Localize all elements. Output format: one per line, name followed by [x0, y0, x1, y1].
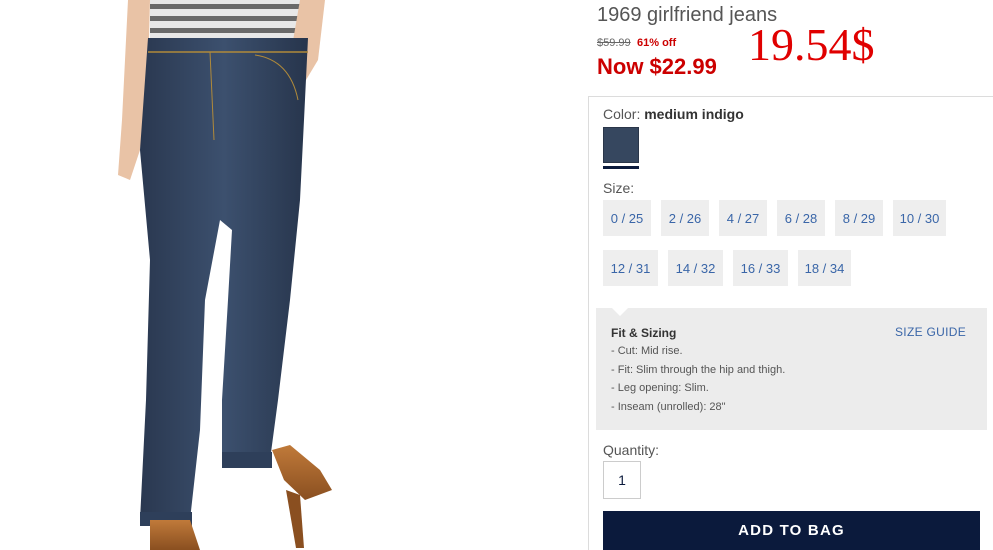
product-image [118, 0, 332, 550]
size-option-16-33[interactable]: 16 / 33 [733, 250, 788, 286]
shoe-left [272, 445, 332, 500]
fit-detail-leg-opening: - Leg opening: Slim. [611, 382, 709, 394]
size-option-4-27[interactable]: 4 / 27 [719, 200, 767, 236]
fit-detail-cut: - Cut: Mid rise. [611, 345, 683, 357]
size-option-6-28[interactable]: 6 / 28 [777, 200, 825, 236]
color-label: Color: medium indigo [603, 106, 744, 122]
discount-badge: 61% off [637, 37, 677, 49]
sale-price: Now $22.99 [597, 54, 717, 79]
size-option-0-25[interactable]: 0 / 25 [603, 200, 651, 236]
quantity-input[interactable] [603, 461, 641, 499]
size-label: Size: [603, 180, 635, 196]
quantity-label: Quantity: [603, 442, 660, 458]
add-to-bag-button[interactable]: ADD TO BAG [603, 511, 980, 550]
fit-box-notch [612, 308, 628, 316]
swatch-selected-indicator [603, 166, 639, 169]
size-option-10-30[interactable]: 10 / 30 [893, 200, 946, 236]
size-option-2-26[interactable]: 2 / 26 [661, 200, 709, 236]
size-guide-link[interactable]: SIZE GUIDE [895, 325, 966, 339]
fit-detail-inseam: - Inseam (unrolled): 28" [611, 401, 726, 413]
original-price: $59.99 [597, 37, 631, 49]
price-annotation: 19.54$ [748, 19, 875, 70]
color-value: medium indigo [644, 106, 744, 122]
size-option-8-29[interactable]: 8 / 29 [835, 200, 883, 236]
fit-sizing-title: Fit & Sizing [611, 326, 677, 340]
striped-shirt [150, 0, 310, 40]
size-option-18-34[interactable]: 18 / 34 [798, 250, 851, 286]
color-swatch-medium-indigo[interactable] [603, 127, 639, 163]
size-option-12-31[interactable]: 12 / 31 [603, 250, 658, 286]
size-option-14-32[interactable]: 14 / 32 [668, 250, 723, 286]
color-label-text: Color: [603, 106, 645, 122]
fit-detail-fit: - Fit: Slim through the hip and thigh. [611, 364, 786, 376]
shoe-right [150, 520, 200, 550]
